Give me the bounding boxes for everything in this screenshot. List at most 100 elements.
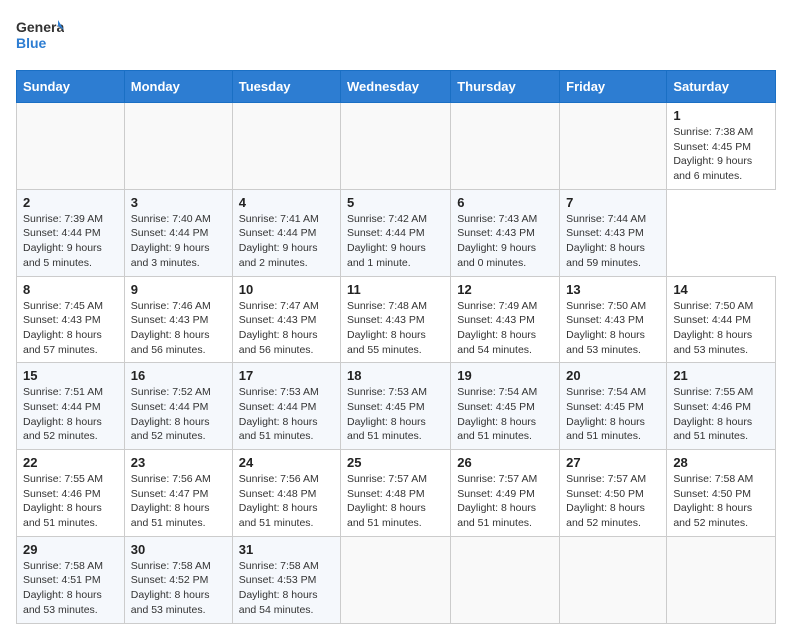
day-info: Sunrise: 7:55 AMSunset: 4:46 PMDaylight:… (673, 385, 769, 444)
day-info: Sunrise: 7:57 AMSunset: 4:48 PMDaylight:… (347, 472, 444, 531)
day-number: 3 (131, 195, 226, 210)
day-info: Sunrise: 7:57 AMSunset: 4:50 PMDaylight:… (566, 472, 660, 531)
day-number: 1 (673, 108, 769, 123)
day-number: 8 (23, 282, 118, 297)
page-header: General Blue (16, 16, 776, 58)
calendar-week-5: 22Sunrise: 7:55 AMSunset: 4:46 PMDayligh… (17, 450, 776, 537)
table-row: 1Sunrise: 7:38 AMSunset: 4:45 PMDaylight… (667, 103, 776, 190)
table-row: 19 Sunrise: 7:54 AMSunset: 4:45 PMDayligh… (451, 363, 560, 450)
day-number: 23 (131, 455, 226, 470)
day-info: Sunrise: 7:58 AMSunset: 4:50 PMDaylight:… (673, 472, 769, 531)
day-info: Sunrise: 7:51 AMSunset: 4:44 PMDaylight:… (23, 385, 118, 444)
day-number: 27 (566, 455, 660, 470)
table-row: 30 Sunrise: 7:58 AMSunset: 4:52 PMDayligh… (124, 536, 232, 623)
logo: General Blue (16, 16, 64, 58)
table-row: 29 Sunrise: 7:58 AMSunset: 4:51 PMDayligh… (17, 536, 125, 623)
table-row: 17 Sunrise: 7:53 AMSunset: 4:44 PMDayligh… (232, 363, 340, 450)
calendar-week-3: 8 Sunrise: 7:45 AMSunset: 4:43 PMDaylight… (17, 276, 776, 363)
table-row: 10 Sunrise: 7:47 AMSunset: 4:43 PMDayligh… (232, 276, 340, 363)
table-row: 23Sunrise: 7:56 AMSunset: 4:47 PMDayligh… (124, 450, 232, 537)
day-number: 9 (131, 282, 226, 297)
table-row (341, 103, 451, 190)
table-row: 20 Sunrise: 7:54 AMSunset: 4:45 PMDayligh… (560, 363, 667, 450)
day-number: 31 (239, 542, 334, 557)
table-row: 13 Sunrise: 7:50 AMSunset: 4:43 PMDayligh… (560, 276, 667, 363)
calendar-week-2: 2 Sunrise: 7:39 AMSunset: 4:44 PMDaylight… (17, 189, 776, 276)
table-row (232, 103, 340, 190)
day-number: 14 (673, 282, 769, 297)
day-number: 30 (131, 542, 226, 557)
day-info: Sunrise: 7:53 AMSunset: 4:44 PMDaylight:… (239, 385, 334, 444)
table-row: 27 Sunrise: 7:57 AMSunset: 4:50 PMDayligh… (560, 450, 667, 537)
table-row (124, 103, 232, 190)
day-number: 12 (457, 282, 553, 297)
svg-text:Blue: Blue (16, 35, 47, 51)
header-monday: Monday (124, 71, 232, 103)
day-number: 29 (23, 542, 118, 557)
day-number: 17 (239, 368, 334, 383)
day-info: Sunrise: 7:53 AMSunset: 4:45 PMDaylight:… (347, 385, 444, 444)
calendar-week-6: 29 Sunrise: 7:58 AMSunset: 4:51 PMDayligh… (17, 536, 776, 623)
day-info: Sunrise: 7:54 AMSunset: 4:45 PMDaylight:… (457, 385, 553, 444)
table-row: 25Sunrise: 7:57 AMSunset: 4:48 PMDayligh… (341, 450, 451, 537)
day-number: 7 (566, 195, 660, 210)
day-info: Sunrise: 7:45 AMSunset: 4:43 PMDaylight:… (23, 299, 118, 358)
day-number: 2 (23, 195, 118, 210)
svg-text:General: General (16, 19, 64, 35)
day-info: Sunrise: 7:58 AMSunset: 4:53 PMDaylight:… (239, 559, 334, 618)
table-row: 22Sunrise: 7:55 AMSunset: 4:46 PMDayligh… (17, 450, 125, 537)
day-info: Sunrise: 7:58 AMSunset: 4:51 PMDaylight:… (23, 559, 118, 618)
day-info: Sunrise: 7:57 AMSunset: 4:49 PMDaylight:… (457, 472, 553, 531)
table-row: 8 Sunrise: 7:45 AMSunset: 4:43 PMDaylight… (17, 276, 125, 363)
table-row: 11 Sunrise: 7:48 AMSunset: 4:43 PMDayligh… (341, 276, 451, 363)
day-info: Sunrise: 7:40 AMSunset: 4:44 PMDaylight:… (131, 212, 226, 271)
logo-icon: General Blue (16, 16, 64, 58)
day-info: Sunrise: 7:54 AMSunset: 4:45 PMDaylight:… (566, 385, 660, 444)
day-number: 4 (239, 195, 334, 210)
table-row (667, 536, 776, 623)
header-thursday: Thursday (451, 71, 560, 103)
day-number: 20 (566, 368, 660, 383)
table-row: 16 Sunrise: 7:52 AMSunset: 4:44 PMDayligh… (124, 363, 232, 450)
day-info: Sunrise: 7:42 AMSunset: 4:44 PMDaylight:… (347, 212, 444, 271)
table-row: 6Sunrise: 7:43 AMSunset: 4:43 PMDaylight… (451, 189, 560, 276)
day-info: Sunrise: 7:48 AMSunset: 4:43 PMDaylight:… (347, 299, 444, 358)
day-number: 21 (673, 368, 769, 383)
table-row: 21 Sunrise: 7:55 AMSunset: 4:46 PMDayligh… (667, 363, 776, 450)
day-number: 6 (457, 195, 553, 210)
table-row: 2 Sunrise: 7:39 AMSunset: 4:44 PMDaylight… (17, 189, 125, 276)
day-info: Sunrise: 7:49 AMSunset: 4:43 PMDaylight:… (457, 299, 553, 358)
day-info: Sunrise: 7:47 AMSunset: 4:43 PMDaylight:… (239, 299, 334, 358)
calendar-table: SundayMondayTuesdayWednesdayThursdayFrid… (16, 70, 776, 624)
calendar-week-4: 15Sunrise: 7:51 AMSunset: 4:44 PMDayligh… (17, 363, 776, 450)
day-info: Sunrise: 7:46 AMSunset: 4:43 PMDaylight:… (131, 299, 226, 358)
day-number: 16 (131, 368, 226, 383)
day-info: Sunrise: 7:56 AMSunset: 4:48 PMDaylight:… (239, 472, 334, 531)
table-row (341, 536, 451, 623)
day-info: Sunrise: 7:39 AMSunset: 4:44 PMDaylight:… (23, 212, 118, 271)
table-row: 5 Sunrise: 7:42 AMSunset: 4:44 PMDaylight… (341, 189, 451, 276)
table-row: 14Sunrise: 7:50 AMSunset: 4:44 PMDayligh… (667, 276, 776, 363)
day-number: 5 (347, 195, 444, 210)
day-number: 19 (457, 368, 553, 383)
table-row: 7 Sunrise: 7:44 AMSunset: 4:43 PMDaylight… (560, 189, 667, 276)
day-info: Sunrise: 7:55 AMSunset: 4:46 PMDaylight:… (23, 472, 118, 531)
calendar-header-row: SundayMondayTuesdayWednesdayThursdayFrid… (17, 71, 776, 103)
table-row: 26Sunrise: 7:57 AMSunset: 4:49 PMDayligh… (451, 450, 560, 537)
day-number: 10 (239, 282, 334, 297)
table-row: 31 Sunrise: 7:58 AMSunset: 4:53 PMDayligh… (232, 536, 340, 623)
table-row (451, 103, 560, 190)
table-row (560, 536, 667, 623)
day-number: 13 (566, 282, 660, 297)
day-number: 11 (347, 282, 444, 297)
day-info: Sunrise: 7:58 AMSunset: 4:52 PMDaylight:… (131, 559, 226, 618)
table-row (451, 536, 560, 623)
day-number: 28 (673, 455, 769, 470)
header-wednesday: Wednesday (341, 71, 451, 103)
table-row: 15Sunrise: 7:51 AMSunset: 4:44 PMDayligh… (17, 363, 125, 450)
day-info: Sunrise: 7:44 AMSunset: 4:43 PMDaylight:… (566, 212, 660, 271)
header-sunday: Sunday (17, 71, 125, 103)
table-row: 12 Sunrise: 7:49 AMSunset: 4:43 PMDayligh… (451, 276, 560, 363)
day-info: Sunrise: 7:50 AMSunset: 4:43 PMDaylight:… (566, 299, 660, 358)
day-info: Sunrise: 7:52 AMSunset: 4:44 PMDaylight:… (131, 385, 226, 444)
